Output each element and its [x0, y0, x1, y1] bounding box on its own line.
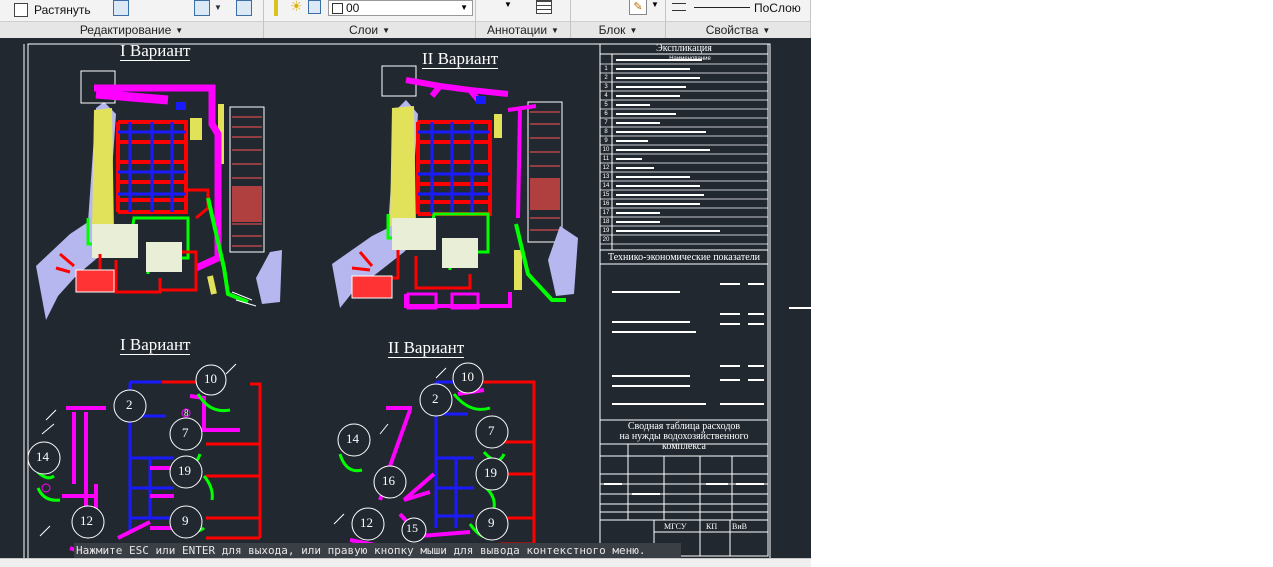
tep-title: Технико-экономические показатели	[608, 252, 760, 263]
node-label: 16	[382, 473, 395, 488]
layer-state-icon[interactable]	[274, 0, 278, 16]
node-label: 10	[204, 371, 217, 386]
panel-annotation: ▼ Аннотации ▼	[476, 0, 571, 38]
line-sample	[694, 7, 750, 8]
lineweight-value: ПоСлою	[754, 0, 801, 15]
variant1-bottom-title: I Вариант	[120, 335, 191, 355]
node-label: 10	[461, 369, 474, 384]
viewport-edge-marker	[789, 307, 811, 309]
node-label: 2	[126, 397, 133, 412]
lock-icon[interactable]	[308, 0, 321, 14]
panel-properties: ПоСлою Свойства ▼	[666, 0, 811, 38]
panel-block-title[interactable]: Блок ▼	[571, 21, 665, 38]
array-dropdown-icon[interactable]: ▼	[214, 3, 222, 12]
scale-icon[interactable]	[113, 0, 129, 16]
stamp-type: КП	[706, 522, 718, 531]
variant1-top-title: I Вариант	[120, 41, 191, 61]
node-label: 14	[346, 431, 359, 446]
layer-name: 00	[346, 1, 360, 15]
dropdown-icon[interactable]: ▼	[504, 0, 512, 9]
autocad-window: Растянуть ▼ Редактирование ▼ ☀ 00 ▼ Слои ▼…	[0, 0, 1273, 567]
status-bar	[0, 558, 811, 567]
summary-title: Сводная таблица расходов на нужды водохо…	[600, 422, 768, 452]
table-icon[interactable]	[536, 0, 552, 14]
plan-variant-1	[36, 70, 282, 320]
panel-annotation-title[interactable]: Аннотации ▼	[476, 21, 570, 38]
stretch-button[interactable]: Растянуть	[14, 0, 91, 20]
layer-color-swatch	[332, 2, 343, 14]
node-label: 7	[182, 425, 189, 440]
node-label: 7	[488, 423, 495, 438]
node-label: 19	[484, 465, 497, 480]
node-label: 19	[178, 463, 191, 478]
sun-icon[interactable]: ☀	[290, 0, 303, 15]
panel-layers-title[interactable]: Слои ▼	[264, 21, 475, 38]
drawing-graphics	[23, 43, 771, 558]
layer-dropdown[interactable]: 00 ▼	[328, 0, 473, 16]
node-label: 8	[184, 408, 189, 418]
explication-title: Экспликация	[656, 43, 712, 54]
empty-side-area	[811, 38, 1273, 558]
panel-modify-title[interactable]: Редактирование ▼	[0, 21, 263, 38]
panel-modify: Растянуть ▼ Редактирование ▼	[0, 0, 264, 38]
plan-variant-2	[332, 65, 578, 310]
array-icon[interactable]	[194, 0, 210, 16]
variant2-bottom-title: II Вариант	[388, 338, 465, 358]
stamp-org: МГСУ	[664, 522, 687, 531]
drawing-canvas[interactable]: I Вариант II Вариант I Вариант II Вариан…	[0, 38, 811, 558]
node-label: 15	[406, 521, 418, 535]
panel-layers: ☀ 00 ▼ Слои ▼	[264, 0, 476, 38]
command-line[interactable]: Нажмите ESC или ENTER для выхода, или пр…	[74, 543, 681, 558]
node-label: 9	[488, 515, 495, 530]
explication-numbers: 1234 5678 9 10 11 12 13 14 15 16 17 18 19 20	[602, 66, 610, 243]
node-label: 12	[80, 513, 93, 528]
sheet-tables	[599, 43, 769, 557]
chevron-down-icon[interactable]: ▼	[651, 0, 659, 9]
stamp-code: ВиВ	[732, 522, 747, 531]
explication-header: Наименование	[669, 56, 711, 62]
variant2-top-title: II Вариант	[422, 49, 499, 69]
chevron-down-icon: ▼	[460, 3, 468, 12]
node-label: 14	[36, 449, 49, 464]
node-label: 9	[182, 513, 189, 528]
offset-icon[interactable]	[236, 0, 252, 16]
summary-title-line2: на нужды водохозяйственного комплекса	[619, 431, 749, 452]
stretch-label: Растянуть	[34, 3, 91, 17]
lineweight-icon	[672, 3, 686, 11]
scheme-variant-1	[27, 363, 262, 558]
panel-block: ✎ ▼ Блок ▼	[571, 0, 666, 38]
ribbon: Растянуть ▼ Редактирование ▼ ☀ 00 ▼ Слои ▼…	[0, 0, 811, 38]
node-label: 12	[360, 515, 373, 530]
panel-properties-title[interactable]: Свойства ▼	[666, 21, 810, 38]
stretch-icon	[14, 3, 28, 17]
title-block: МГСУ КП ВиВ	[654, 522, 768, 532]
match-properties-icon[interactable]: ✎	[629, 0, 647, 15]
node-label: 2	[432, 391, 439, 406]
lineweight-dropdown[interactable]: ПоСлою	[694, 0, 811, 15]
